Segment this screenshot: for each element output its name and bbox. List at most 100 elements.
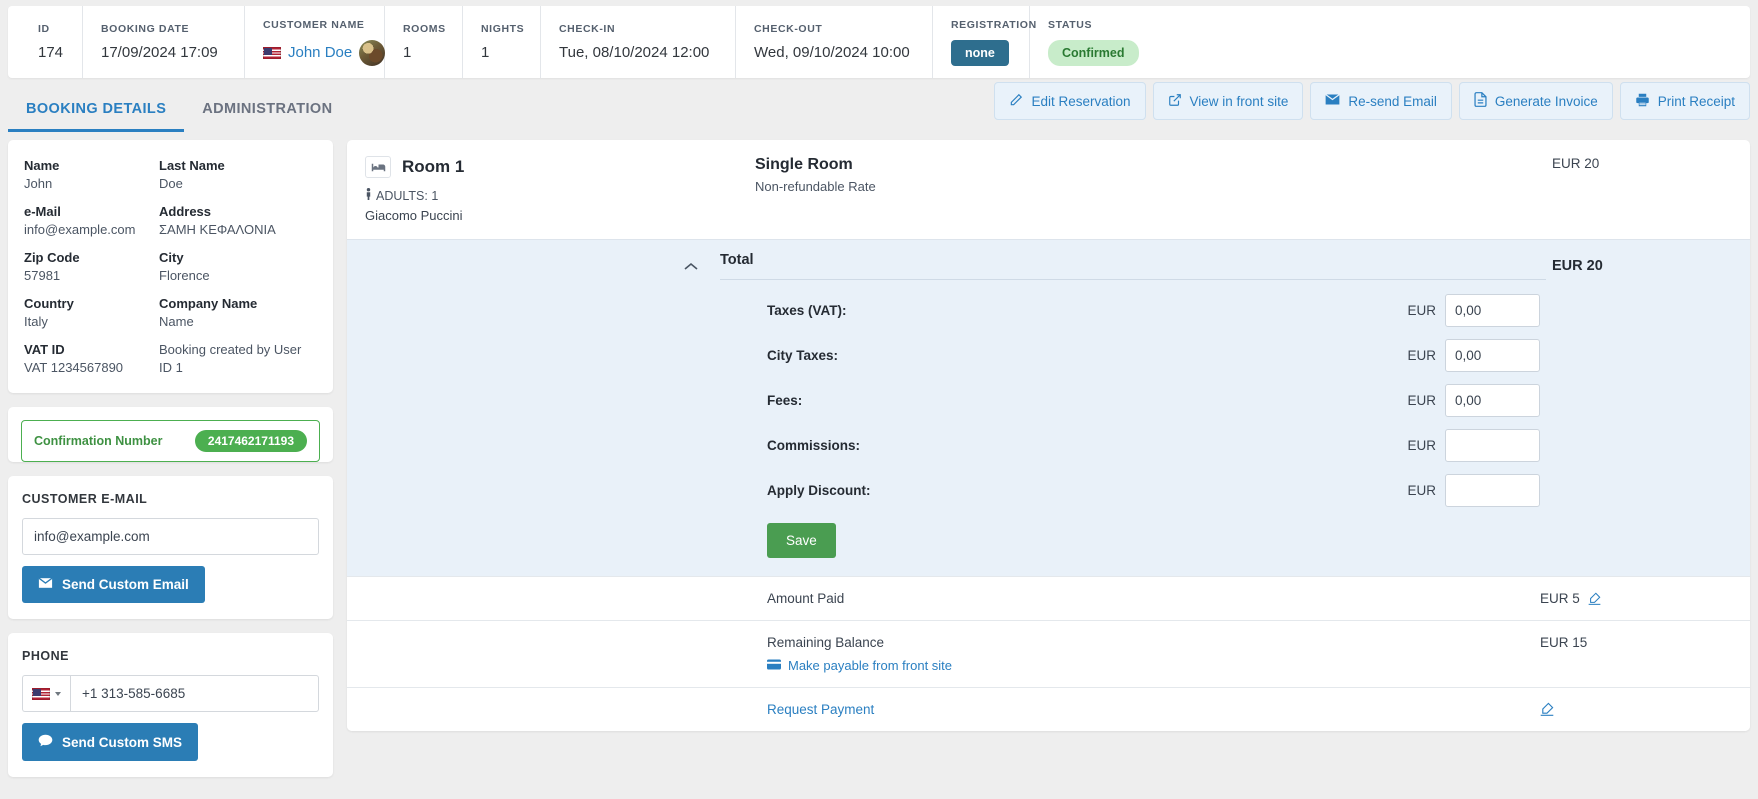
- field-name-label: Name: [24, 158, 60, 173]
- country-code-select[interactable]: [22, 675, 70, 712]
- send-custom-email-button[interactable]: Send Custom Email: [22, 566, 205, 603]
- field-city-label: City: [159, 250, 184, 265]
- city-taxes-input[interactable]: [1445, 339, 1540, 372]
- send-custom-sms-button[interactable]: Send Custom SMS: [22, 723, 199, 761]
- chat-bubble-icon: [38, 734, 53, 750]
- summary-value-customer-name: John Doe: [263, 39, 386, 66]
- field-address-label: Address: [159, 204, 212, 219]
- bed-icon: [365, 156, 391, 178]
- field-company-name: Company Name Name: [159, 296, 317, 329]
- apply-discount-input[interactable]: [1445, 474, 1540, 507]
- confirmation-number-box: Confirmation Number 2417462171193: [21, 420, 320, 462]
- field-city: City Florence: [159, 250, 317, 283]
- view-in-front-site-label: View in front site: [1189, 93, 1289, 109]
- document-icon: [1474, 92, 1487, 110]
- summary-cell-nights: NIGHTS 1: [463, 6, 541, 78]
- apply-discount-currency: EUR: [1407, 483, 1436, 498]
- edit-reservation-button[interactable]: Edit Reservation: [994, 82, 1146, 120]
- summary-value-booking-date: 17/09/2024 17:09: [101, 44, 218, 61]
- edit-reservation-label: Edit Reservation: [1031, 93, 1131, 109]
- generate-invoice-button[interactable]: Generate Invoice: [1458, 82, 1613, 120]
- summary-cell-registration: REGISTRATION none: [933, 6, 1036, 78]
- remaining-balance-value: EUR 15: [1540, 635, 1588, 650]
- field-created-by-user-label: Booking created by User: [159, 342, 302, 357]
- page-body: Name John Last Name Doe e-Mail info@exam…: [0, 132, 1758, 791]
- total-label-cell: Total: [720, 252, 1546, 280]
- edit-amount-paid-icon[interactable]: [1588, 592, 1601, 605]
- request-payment-link[interactable]: Request Payment: [767, 702, 874, 717]
- remaining-balance-row: Remaining Balance Make payable from fron…: [347, 620, 1750, 687]
- make-payable-link[interactable]: Make payable from front site: [767, 658, 1540, 673]
- edit-request-payment-icon[interactable]: [1540, 702, 1554, 716]
- save-row-pad: [365, 523, 767, 558]
- view-in-front-site-button[interactable]: View in front site: [1152, 82, 1304, 120]
- commissions-currency: EUR: [1407, 438, 1436, 453]
- field-zip-code-label: Zip Code: [24, 250, 80, 265]
- summary-cell-rooms: ROOMS 1: [385, 6, 463, 78]
- room-rate-column: Single Room Non-refundable Rate: [755, 156, 1546, 194]
- field-address-value: ΣΑΜΗ ΚΕΦΑΛΟΝΙΑ: [159, 222, 276, 237]
- printer-icon: [1635, 93, 1650, 110]
- summary-cell-check-out: CHECK-OUT Wed, 09/10/2024 10:00: [736, 6, 933, 78]
- field-vat-id-label: VAT ID: [24, 342, 65, 357]
- field-email-label: e-Mail: [24, 204, 61, 219]
- phone-panel: PHONE Send Custom SMS: [8, 633, 333, 777]
- status-badge: Confirmed: [1048, 39, 1139, 66]
- save-button[interactable]: Save: [767, 523, 836, 558]
- booking-summary-bar: ID 174 BOOKING DATE 17/09/2024 17:09 CUS…: [8, 6, 1750, 78]
- chevron-up-icon[interactable]: [684, 259, 698, 274]
- room-title: Room 1: [402, 157, 465, 176]
- print-receipt-button[interactable]: Print Receipt: [1619, 82, 1750, 120]
- person-icon: [365, 188, 372, 203]
- request-payment-row: Request Payment: [347, 687, 1750, 731]
- save-row: Save: [347, 513, 1750, 576]
- fee-row-taxes-vat: Taxes (VAT): EUR: [347, 288, 1750, 333]
- tabs-and-actions-row: BOOKING DETAILS ADMINISTRATION Edit Rese…: [0, 78, 1758, 132]
- summary-value-id: 174: [38, 44, 64, 61]
- action-button-group: Edit Reservation View in front site Re-s…: [994, 82, 1750, 132]
- room-adults: ADULTS: 1: [365, 188, 755, 203]
- tab-booking-details[interactable]: BOOKING DETAILS: [8, 101, 185, 132]
- fee-row-fees: Fees: EUR: [347, 378, 1750, 423]
- field-name: Name John: [24, 158, 159, 191]
- amount-paid-cell: EUR 5: [1540, 591, 1726, 606]
- field-country: Country Italy: [24, 296, 159, 329]
- resend-email-label: Re-send Email: [1348, 93, 1437, 109]
- customer-name-link[interactable]: John Doe: [288, 44, 352, 61]
- fees-input[interactable]: [1445, 384, 1540, 417]
- total-label: Total: [720, 252, 754, 268]
- credit-card-icon: [767, 658, 781, 673]
- room-adults-label: ADULTS: 1: [376, 188, 439, 203]
- registration-badge[interactable]: none: [951, 39, 1009, 66]
- room-row: Room 1 ADULTS: 1 Giacomo Puccini Single …: [347, 140, 1750, 239]
- field-country-value: Italy: [24, 314, 48, 329]
- taxes-vat-input[interactable]: [1445, 294, 1540, 327]
- summary-label-check-out: CHECK-OUT: [754, 23, 823, 35]
- summary-cell-status: STATUS Confirmed: [1030, 6, 1170, 78]
- envelope-icon: [1325, 93, 1341, 109]
- fee-row-city-taxes: City Taxes: EUR: [347, 333, 1750, 378]
- field-email-value: info@example.com: [24, 222, 136, 237]
- field-company-name-value: Name: [159, 314, 194, 329]
- taxes-vat-label: Taxes (VAT):: [767, 303, 847, 318]
- send-custom-sms-label: Send Custom SMS: [62, 734, 183, 750]
- resend-email-button[interactable]: Re-send Email: [1310, 82, 1452, 120]
- field-last-name-value: Doe: [159, 176, 183, 191]
- commissions-input[interactable]: [1445, 429, 1540, 462]
- field-last-name: Last Name Doe: [159, 158, 317, 191]
- summary-cell-booking-date: BOOKING DATE 17/09/2024 17:09: [83, 6, 245, 78]
- customer-email-input[interactable]: [22, 518, 319, 555]
- request-payment-cell: Request Payment: [767, 702, 1540, 717]
- summary-cell-id: ID 174: [8, 6, 83, 78]
- field-last-name-label: Last Name: [159, 158, 225, 173]
- summary-value-check-in: Tue, 08/10/2024 12:00: [559, 44, 710, 61]
- phone-input[interactable]: [70, 675, 319, 712]
- room-price: EUR 20: [1552, 156, 1600, 171]
- phone-title: PHONE: [22, 649, 69, 663]
- envelope-icon: [38, 577, 53, 592]
- field-city-value: Florence: [159, 268, 210, 283]
- tab-administration[interactable]: ADMINISTRATION: [184, 101, 350, 132]
- remaining-balance-cell: Remaining Balance Make payable from fron…: [767, 635, 1540, 673]
- room-guest-name: Giacomo Puccini: [365, 208, 463, 223]
- fees-label: Fees:: [767, 393, 803, 408]
